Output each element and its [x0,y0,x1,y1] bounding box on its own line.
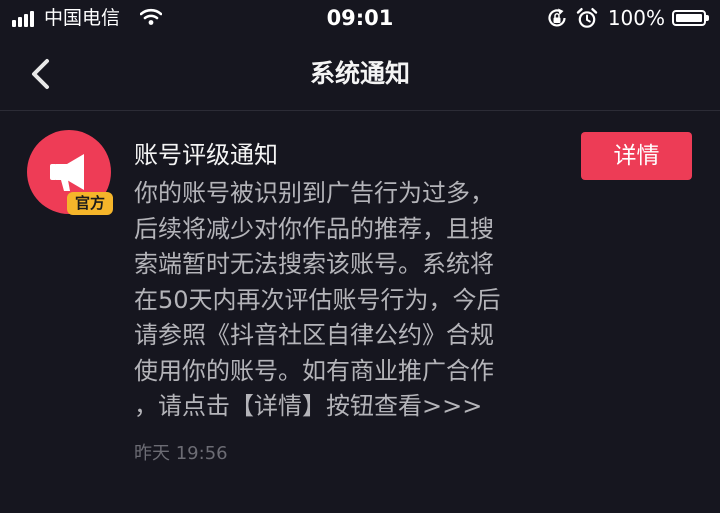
official-badge: 官方 [67,192,113,215]
notification-body-line: 在50天内再次评估账号行为，今后 [134,285,501,314]
notification-body-line: 请参照《抖音社区自律公约》合规 [134,321,494,349]
page-title: 系统通知 [309,59,410,88]
nav-bar: 系统通知 [0,38,720,110]
status-bar: 中国电信 09:01 100% [0,0,720,38]
notification-body-line: 后续将减少对你作品的推荐，且搜 [134,214,494,243]
battery-percent: 100% [607,6,665,30]
notification-body-line: 使用你的账号。如有商业推广合作 [134,356,494,385]
notification-body: 你的账号被识别到广告行为过多， 后续将减少对你作品的推荐，且搜 索端暂时无法搜索… [134,176,554,425]
notification-avatar[interactable]: 官方 [27,130,113,216]
details-button[interactable]: 详情 [581,132,692,180]
battery-fill [676,14,702,22]
notification-body-line: 索端暂时无法搜索该账号。系统将 [134,250,494,278]
battery-icon [672,10,709,26]
rotation-lock-icon [548,8,566,27]
notification-body-line: ，请点击【详情】按钮查看>>> [134,392,483,420]
status-right-group: 100% [546,5,709,31]
notification-body-line: 你的账号被识别到广告行为过多， [134,179,494,207]
notification-time: 昨天 19:56 [134,443,228,464]
nav-divider [0,110,720,111]
alarm-icon [576,7,598,28]
megaphone-icon [50,154,84,191]
notification-title: 账号评级通知 [134,141,278,169]
